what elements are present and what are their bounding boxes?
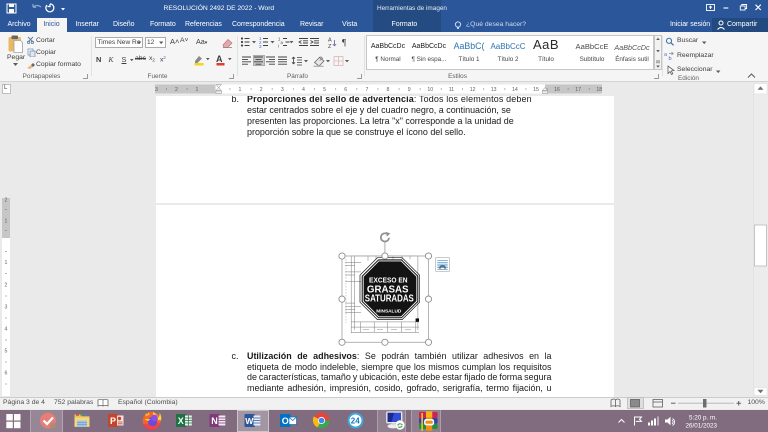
svg-text:1: 1 [196, 87, 199, 93]
svg-text:11: 11 [449, 87, 454, 93]
svg-text:13: 13 [491, 87, 497, 93]
svg-text:3: 3 [5, 305, 8, 311]
svg-text:2: 2 [5, 198, 8, 204]
svg-text:3: 3 [259, 44, 262, 48]
svg-text:a: a [664, 52, 668, 58]
svg-text:1: 1 [239, 87, 242, 93]
svg-text:12: 12 [470, 87, 476, 93]
svg-text:A: A [328, 38, 332, 44]
svg-text:3: 3 [281, 87, 284, 93]
svg-text:5:20 p. m.: 5:20 p. m. [689, 415, 717, 422]
svg-text:W: W [245, 416, 254, 426]
svg-text:4: 4 [5, 327, 8, 333]
svg-text:EXCESO EN: EXCESO EN [369, 277, 408, 284]
svg-text:SATURADAS: SATURADAS [365, 294, 414, 305]
svg-text:16: 16 [554, 87, 560, 93]
svg-text:8: 8 [387, 87, 390, 93]
svg-text:O: O [282, 416, 289, 426]
svg-text:3: 3 [155, 87, 158, 93]
svg-text:5: 5 [5, 349, 8, 355]
svg-text:4: 4 [302, 87, 305, 93]
svg-text:24: 24 [351, 417, 360, 426]
svg-text:14: 14 [512, 87, 518, 93]
svg-text:X: X [178, 416, 184, 426]
svg-text:MINSALUD: MINSALUD [376, 309, 401, 314]
svg-text:N: N [211, 416, 218, 426]
svg-text:5: 5 [323, 87, 326, 93]
svg-text:¶: ¶ [342, 38, 346, 48]
svg-text:2: 2 [175, 87, 178, 93]
svg-text:9: 9 [408, 87, 411, 93]
svg-text:26/01/2023: 26/01/2023 [685, 423, 717, 430]
svg-text:a: a [281, 40, 284, 45]
svg-text:2: 2 [260, 87, 263, 93]
svg-text:1: 1 [5, 260, 8, 266]
svg-text:6: 6 [344, 87, 347, 93]
svg-text:18: 18 [596, 87, 602, 93]
svg-text:i: i [278, 44, 279, 49]
svg-text:10: 10 [427, 87, 433, 93]
svg-text:b: b [669, 56, 672, 61]
svg-text:P: P [110, 416, 116, 426]
svg-text:1: 1 [5, 219, 8, 225]
svg-text:6: 6 [5, 371, 8, 377]
svg-text:A: A [216, 54, 223, 64]
svg-text:Z: Z [328, 44, 332, 48]
svg-text:17: 17 [575, 87, 581, 93]
svg-text:15: 15 [533, 87, 539, 93]
svg-text:2: 2 [5, 283, 8, 289]
svg-text:7: 7 [365, 87, 368, 93]
